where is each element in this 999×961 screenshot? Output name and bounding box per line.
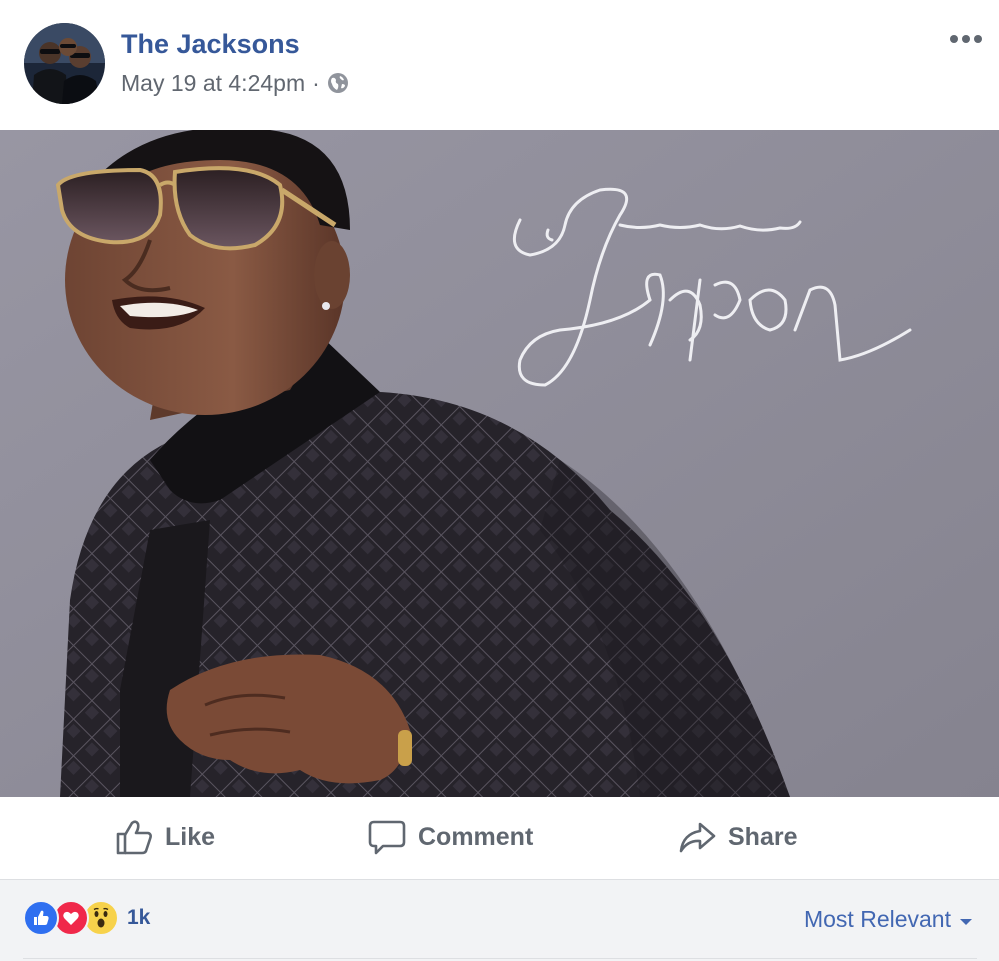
share-arrow-icon <box>678 818 716 856</box>
like-label: Like <box>165 822 216 851</box>
comment-button[interactable]: Comment <box>368 815 533 859</box>
reactions-summary[interactable]: 1k <box>23 900 150 936</box>
sort-label: Most Relevant <box>803 906 951 932</box>
post-photo[interactable] <box>0 130 999 797</box>
like-thumb-icon <box>115 818 153 856</box>
post-meta: May 19 at 4:24pm · <box>121 69 349 97</box>
reactions-footer: 1k Most Relevant <box>0 880 999 961</box>
post-timestamp[interactable]: May 19 at 4:24pm <box>121 70 305 97</box>
comment-bubble-icon <box>368 818 406 856</box>
post-action-bar: Like Comment Share <box>0 797 999 880</box>
page-name-link[interactable]: The Jacksons <box>121 29 300 60</box>
share-button[interactable]: Share <box>678 815 797 859</box>
globe-icon[interactable] <box>327 72 349 94</box>
meta-separator: · <box>312 69 320 96</box>
comment-sort-dropdown[interactable]: Most Relevant <box>804 906 973 933</box>
share-label: Share <box>728 822 798 851</box>
caret-down-icon <box>959 906 973 933</box>
page-avatar[interactable] <box>24 23 105 104</box>
like-button[interactable]: Like <box>115 815 215 859</box>
reaction-count: 1k <box>127 906 151 929</box>
avatar-image <box>24 23 105 104</box>
comment-label: Comment <box>418 822 534 851</box>
footer-divider <box>23 958 977 959</box>
more-horizontal-icon[interactable] <box>946 28 986 50</box>
photo-image <box>0 130 999 797</box>
post-header: The Jacksons May 19 at 4:24pm · <box>0 0 999 130</box>
like-reaction-icon <box>23 900 59 936</box>
facebook-post: The Jacksons May 19 at 4:24pm · Like Com… <box>0 0 999 961</box>
